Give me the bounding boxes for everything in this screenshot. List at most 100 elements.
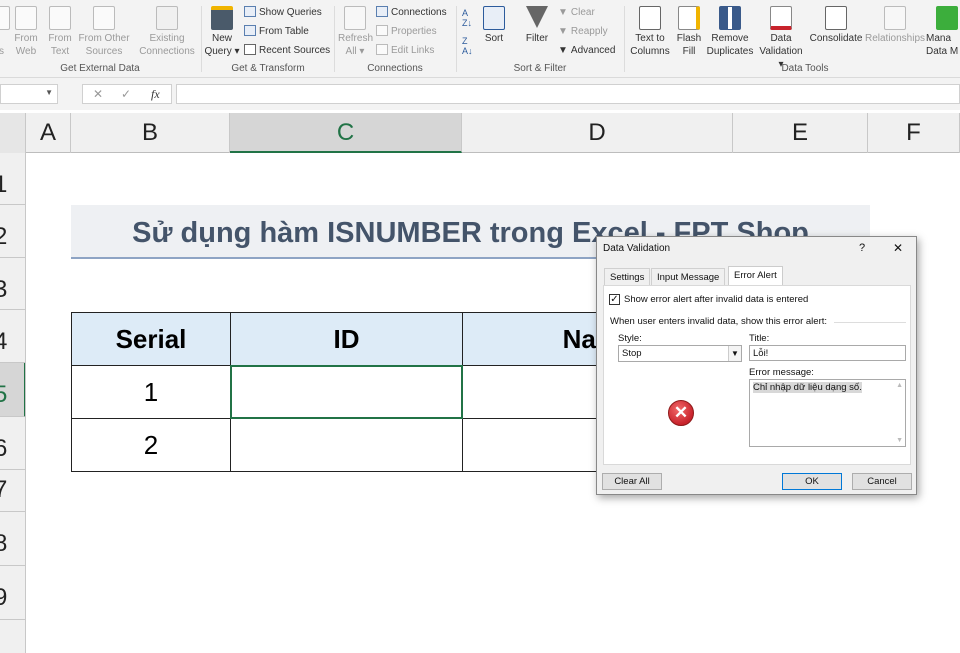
relationships-icon	[884, 6, 906, 30]
reapply-button[interactable]: ▼ Reapply	[558, 25, 608, 38]
recent-sources-icon	[244, 44, 256, 55]
insert-function-icon[interactable]: fx	[151, 87, 160, 102]
connections-button[interactable]: Connections	[376, 6, 447, 19]
name-box[interactable]: ▼	[0, 84, 58, 104]
from-text-button[interactable]: From Text	[46, 6, 74, 58]
from-other-sources-button[interactable]: From Other Sources	[78, 6, 130, 58]
cell-serial[interactable]: 1	[71, 365, 231, 419]
from-table-button[interactable]: From Table	[244, 25, 309, 38]
chevron-down-icon[interactable]: ▼	[45, 88, 53, 97]
column-header-a[interactable]: A	[26, 113, 71, 153]
divider	[834, 322, 906, 323]
row-header-5[interactable]: 5	[0, 363, 25, 417]
new-query-icon	[211, 6, 233, 30]
active-cell-selection	[230, 365, 463, 419]
from-web-button[interactable]: From Web	[12, 6, 40, 58]
style-label: Style:	[618, 333, 642, 344]
column-header-d[interactable]: D	[462, 113, 733, 153]
refresh-all-button[interactable]: Refresh All ▾	[338, 6, 373, 58]
sort-ascending-icon[interactable]: A Z↓	[462, 8, 472, 28]
scroll-up-icon[interactable]: ▲	[896, 382, 903, 389]
error-alert-panel: ✓ Show error alert after invalid data is…	[603, 285, 911, 465]
data-validation-button[interactable]: Data Validation ▾	[756, 6, 806, 71]
formula-input[interactable]	[176, 84, 960, 104]
tab-error-alert[interactable]: Error Alert	[728, 266, 783, 286]
title-input[interactable]: Lỗi!	[749, 345, 906, 361]
remove-duplicates-button[interactable]: Remove Duplicates	[706, 6, 754, 58]
text-to-columns-icon	[639, 6, 661, 30]
row-header-9[interactable]: 9	[0, 566, 25, 620]
column-header-f[interactable]: F	[868, 113, 960, 153]
advanced-filter-icon: ▼	[558, 45, 568, 56]
manage-data-model-button[interactable]: Mana Data M	[926, 6, 960, 58]
enter-icon[interactable]: ✓	[121, 87, 131, 101]
column-header-e[interactable]: E	[733, 113, 868, 153]
advanced-button[interactable]: ▼ Advanced	[558, 44, 615, 57]
select-all-button[interactable]	[0, 113, 26, 153]
row-header-6[interactable]: 6	[0, 417, 25, 470]
header-serial[interactable]: Serial	[71, 312, 231, 366]
data-model-icon	[936, 6, 958, 30]
show-queries-button[interactable]: Show Queries	[244, 6, 322, 19]
recent-sources-button[interactable]: Recent Sources	[244, 44, 330, 57]
group-label-sort-filter: Sort & Filter	[513, 63, 567, 74]
group-label-get-external: Get External Data	[60, 63, 140, 74]
remove-duplicates-icon	[719, 6, 741, 30]
row-header-7[interactable]: 7	[0, 470, 25, 512]
ok-button[interactable]: OK	[782, 473, 842, 490]
tab-input-message[interactable]: Input Message	[651, 268, 726, 285]
flash-fill-button[interactable]: Flash Fill	[674, 6, 704, 58]
cancel-button[interactable]: Cancel	[852, 473, 912, 490]
scroll-down-icon[interactable]: ▼	[896, 437, 903, 444]
row-header-2[interactable]: 2	[0, 205, 25, 258]
consolidate-button[interactable]: Consolidate	[808, 6, 864, 45]
row-header-1[interactable]: 1	[0, 153, 25, 205]
new-query-button[interactable]: New Query ▾	[204, 6, 240, 58]
edit-links-button[interactable]: Edit Links	[376, 44, 434, 57]
row-header-8[interactable]: 8	[0, 512, 25, 566]
formula-buttons: ✕ ✓ fx	[82, 84, 172, 104]
tab-settings[interactable]: Settings	[604, 268, 651, 285]
help-button[interactable]: ?	[859, 242, 865, 254]
cancel-icon[interactable]: ✕	[93, 87, 103, 101]
row-header-3[interactable]: 3	[0, 258, 25, 310]
cell-id[interactable]	[230, 418, 463, 472]
cell-serial[interactable]: 2	[71, 418, 231, 472]
flash-fill-icon	[678, 6, 700, 30]
sort-button[interactable]: Sort	[480, 6, 508, 45]
properties-button[interactable]: Properties	[376, 25, 437, 38]
consolidate-icon	[825, 6, 847, 30]
existing-connections-button[interactable]: Existing Connections	[138, 6, 196, 58]
from-access-button[interactable]: ss	[0, 6, 12, 58]
group-label-data-tools: Data Tools	[781, 63, 829, 74]
properties-icon	[376, 25, 388, 36]
header-id[interactable]: ID	[230, 312, 463, 366]
data-validation-dialog: Data Validation ? ✕ Settings Input Messa…	[596, 236, 917, 495]
text-file-icon	[49, 6, 71, 30]
row-header-4[interactable]: 4	[0, 310, 25, 363]
chevron-down-icon[interactable]: ▼	[728, 346, 741, 361]
section-label: When user enters invalid data, show this…	[610, 316, 832, 327]
filter-button[interactable]: Filter	[522, 6, 552, 45]
error-message-textarea[interactable]: Chỉ nhập dữ liệu dạng số. ▲ ▼	[749, 379, 906, 447]
close-button[interactable]: ✕	[893, 241, 903, 255]
message-label: Error message:	[749, 367, 814, 378]
dialog-title: Data Validation	[603, 243, 671, 254]
title-label: Title:	[749, 333, 770, 344]
existing-connections-icon	[156, 6, 178, 30]
relationships-button[interactable]: Relationships	[864, 6, 926, 45]
clear-filter-button[interactable]: ▼ Clear	[558, 6, 595, 19]
show-alert-checkbox[interactable]: ✓	[609, 294, 620, 305]
style-select[interactable]: Stop ▼	[618, 345, 742, 362]
group-label-get-transform: Get & Transform	[231, 63, 305, 74]
filter-icon	[526, 6, 548, 28]
column-header-b[interactable]: B	[71, 113, 230, 153]
ribbon: ss FromWeb FromText From OtherSources Ex…	[0, 0, 960, 78]
sort-descending-icon[interactable]: Z A↓	[462, 36, 473, 56]
database-icon	[0, 6, 10, 30]
clear-all-button[interactable]: Clear All	[602, 473, 662, 490]
stop-icon: ✕	[668, 400, 694, 426]
column-header-c[interactable]: C	[230, 113, 462, 153]
other-sources-icon	[93, 6, 115, 30]
text-to-columns-button[interactable]: Text to Columns	[628, 6, 672, 58]
